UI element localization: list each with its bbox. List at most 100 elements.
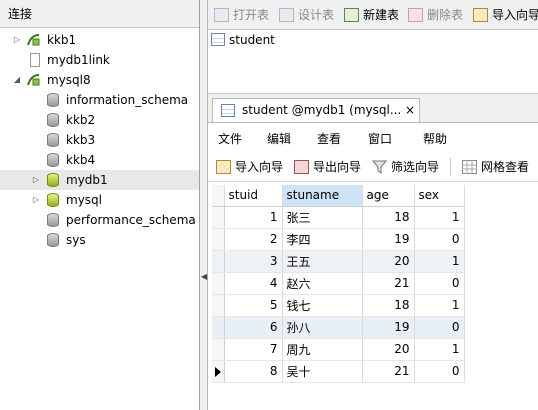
- table-row[interactable]: 3 王五 20 1: [212, 250, 465, 273]
- tree-item[interactable]: mydb1link: [0, 50, 199, 70]
- tree-item[interactable]: sys: [0, 230, 199, 250]
- cell-stuid[interactable]: 7: [224, 338, 283, 361]
- cell-stuname[interactable]: 孙八: [282, 316, 363, 339]
- tree-item[interactable]: ▷ mydb1: [0, 170, 199, 190]
- tab-student[interactable]: student @mydb1 (mysql... ×: [212, 98, 420, 122]
- database-icon: [47, 213, 59, 227]
- cell-stuid[interactable]: 1: [224, 206, 283, 229]
- cell-stuname[interactable]: 张三: [282, 206, 363, 229]
- cell-stuname[interactable]: 赵六: [282, 272, 363, 295]
- row-indicator[interactable]: [212, 316, 225, 339]
- cell-stuid[interactable]: 6: [224, 316, 283, 339]
- row-indicator[interactable]: [212, 250, 225, 273]
- collapse-arrow-icon[interactable]: ◀: [201, 270, 207, 284]
- cell-age[interactable]: 19: [362, 228, 415, 251]
- cell-sex[interactable]: 0: [414, 228, 465, 251]
- tree-item-label: mydb1link: [47, 53, 110, 67]
- cell-stuname[interactable]: 周九: [282, 338, 363, 361]
- cell-sex[interactable]: 0: [414, 316, 465, 339]
- menu-edit[interactable]: 编辑: [267, 130, 291, 147]
- menu-file[interactable]: 文件: [218, 130, 242, 147]
- cell-age[interactable]: 18: [362, 294, 415, 317]
- column-header-stuid[interactable]: stuid: [224, 185, 283, 207]
- cell-sex[interactable]: 1: [414, 294, 465, 317]
- cell-stuid[interactable]: 2: [224, 228, 283, 251]
- cell-stuname[interactable]: 吴十: [282, 360, 363, 383]
- cell-sex[interactable]: 1: [414, 250, 465, 273]
- menu-window[interactable]: 窗口: [368, 130, 392, 147]
- database-icon: [47, 153, 59, 167]
- data-grid: stuid stuname age sex 1 张三 18 1 2 李四 19 0 3 王五 20 1…: [212, 185, 465, 383]
- table-row[interactable]: 7 周九 20 1: [212, 338, 465, 361]
- table-row[interactable]: 1 张三 18 1: [212, 206, 465, 229]
- table-row[interactable]: 8 吴十 21 0: [212, 360, 465, 383]
- filter-icon: [371, 160, 388, 174]
- tree-item[interactable]: ▷ mysql: [0, 190, 199, 210]
- cell-stuid[interactable]: 3: [224, 250, 283, 273]
- column-header-stuname[interactable]: stuname: [282, 185, 363, 207]
- expand-arrow-icon[interactable]: ▷: [31, 190, 41, 210]
- tree-item-label: mysql8: [47, 73, 91, 87]
- cell-stuid[interactable]: 8: [224, 360, 283, 383]
- cell-age[interactable]: 19: [362, 316, 415, 339]
- column-header-age[interactable]: age: [362, 185, 415, 207]
- expand-arrow-icon[interactable]: ▷: [31, 170, 41, 190]
- tree-item-label: information_schema: [66, 93, 189, 107]
- import-icon: [216, 160, 231, 174]
- table-row[interactable]: 6 孙八 19 0: [212, 316, 465, 339]
- cell-stuid[interactable]: 5: [224, 294, 283, 317]
- tree-item[interactable]: kkb3: [0, 130, 199, 150]
- import-wizard-icon: [473, 8, 488, 22]
- tree-item-label: kkb2: [66, 113, 96, 127]
- tree-item[interactable]: performance_schema: [0, 210, 199, 230]
- row-indicator[interactable]: [212, 338, 225, 361]
- menu-bar: 文件 编辑 查看 窗口 帮助: [208, 122, 538, 152]
- export-icon: [294, 160, 309, 174]
- table-row[interactable]: 5 钱七 18 1: [212, 294, 465, 317]
- cell-stuname[interactable]: 李四: [282, 228, 363, 251]
- tree-item[interactable]: kkb2: [0, 110, 199, 130]
- cell-age[interactable]: 18: [362, 206, 415, 229]
- cell-stuid[interactable]: 4: [224, 272, 283, 295]
- menu-view[interactable]: 查看: [317, 130, 341, 147]
- column-header-sex[interactable]: sex: [414, 185, 465, 207]
- table-row[interactable]: 4 赵六 21 0: [212, 272, 465, 295]
- row-indicator[interactable]: [212, 360, 225, 383]
- cell-age[interactable]: 21: [362, 272, 415, 295]
- expanded-arrow-icon[interactable]: ◢: [12, 70, 22, 90]
- cell-sex[interactable]: 0: [414, 272, 465, 295]
- row-indicator[interactable]: [212, 206, 225, 229]
- grid-body: 1 张三 18 1 2 李四 19 0 3 王五 20 1 4 赵六 21 0 5 钱七 18 1 6 孙八 19 0 7 周九 2…: [212, 206, 465, 383]
- expand-arrow-icon[interactable]: ▷: [12, 30, 22, 50]
- tree-item-label: sys: [66, 233, 86, 247]
- database-icon: [47, 133, 59, 147]
- tree-item[interactable]: kkb4: [0, 150, 199, 170]
- connection-tree: ▷ kkb1 mydb1link ◢ mysql8 information_schemak…: [0, 28, 199, 250]
- new-table-icon: [344, 8, 359, 22]
- toolbar-divider: [450, 158, 451, 176]
- database-icon: [47, 193, 59, 207]
- panel-splitter[interactable]: ◀: [200, 0, 208, 410]
- tree-item[interactable]: ▷ kkb1: [0, 30, 199, 50]
- cell-sex[interactable]: 1: [414, 338, 465, 361]
- tree-item-label: kkb3: [66, 133, 96, 147]
- row-indicator[interactable]: [212, 272, 225, 295]
- cell-age[interactable]: 20: [362, 250, 415, 273]
- connection-panel: 连接 ▷ kkb1 mydb1link ◢ mysql8 information_sche…: [0, 0, 200, 410]
- cell-stuname[interactable]: 钱七: [282, 294, 363, 317]
- tree-item[interactable]: information_schema: [0, 90, 199, 110]
- table-row[interactable]: 2 李四 19 0: [212, 228, 465, 251]
- row-indicator[interactable]: [212, 294, 225, 317]
- cell-stuname[interactable]: 王五: [282, 250, 363, 273]
- design-table-icon: [279, 8, 294, 22]
- cell-age[interactable]: 21: [362, 360, 415, 383]
- close-icon[interactable]: ×: [405, 103, 415, 117]
- cell-sex[interactable]: 1: [414, 206, 465, 229]
- row-indicator[interactable]: [212, 228, 225, 251]
- cell-age[interactable]: 20: [362, 338, 415, 361]
- tree-item-label: mysql: [66, 193, 102, 207]
- menu-help[interactable]: 帮助: [423, 130, 447, 147]
- cell-sex[interactable]: 0: [414, 360, 465, 383]
- tree-item[interactable]: ◢ mysql8: [0, 70, 199, 90]
- current-row-pointer-icon: [215, 366, 221, 377]
